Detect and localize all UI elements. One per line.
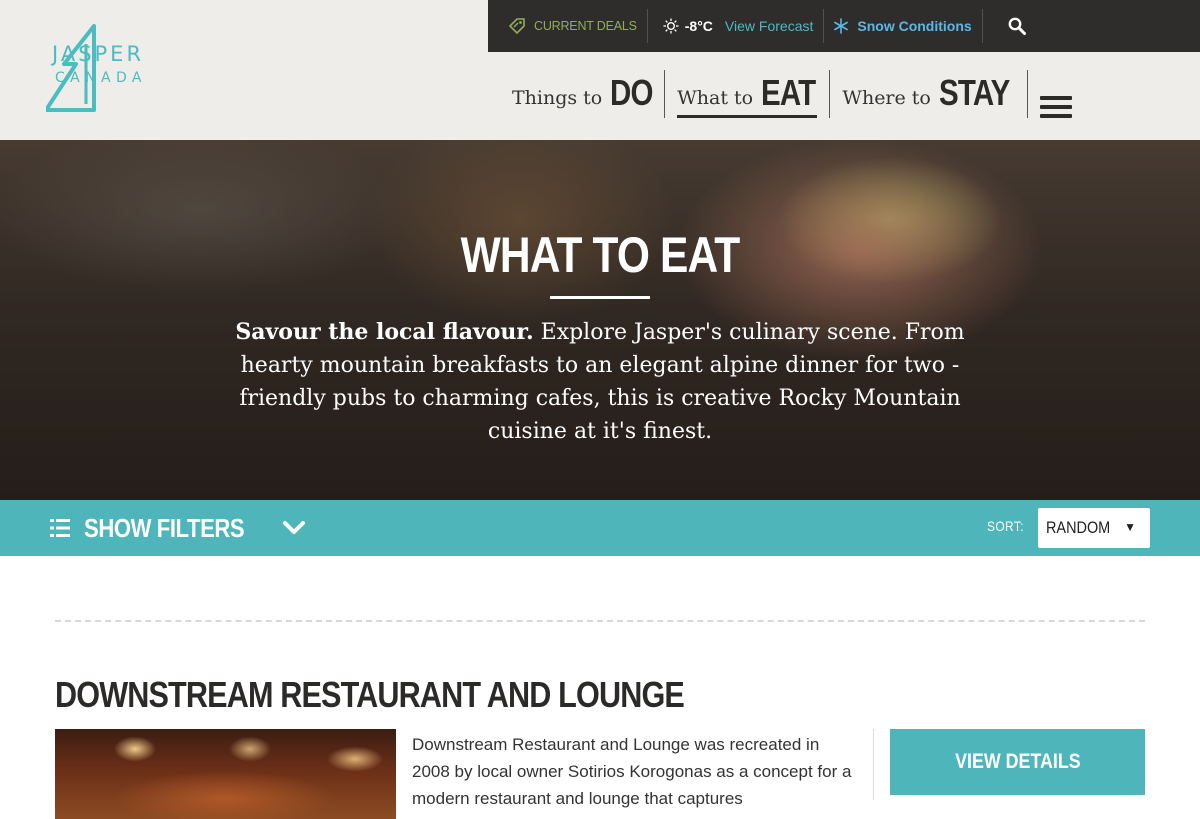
nav-item-keyword: STAY [938,72,1010,113]
view-forecast-link[interactable]: View Forecast [725,18,813,34]
dropdown-arrow-icon: ▼ [1124,520,1136,534]
nav-item-keyword: DO [610,72,653,113]
logo-wordmark-jasper[interactable]: JASPER [52,42,144,66]
nav-what-to-eat[interactable]: What to EAT [665,68,829,118]
hero-intro-lead: Savour the local flavour. [235,319,534,345]
listing-photo[interactable] [55,729,396,819]
list-icon [50,519,70,537]
nav-item-prefix: Where to [842,87,931,109]
sun-icon [663,18,679,34]
temperature-value: -8°C [684,18,713,34]
snow-conditions-label: Snow Conditions [857,18,972,34]
sort-selected-value: RANDOM [1046,518,1111,537]
nav-divider [1026,70,1028,118]
nav-item-keyword: EAT [761,72,816,113]
sort-select[interactable]: RANDOM ▼ [1038,508,1150,548]
view-details-button[interactable]: VIEW DETAILS [890,729,1145,795]
view-details-label: VIEW DETAILS [954,750,1081,773]
tag-icon [508,18,525,35]
current-deals-link[interactable]: CURRENT DEALS [488,9,647,43]
current-deals-label: CURRENT DEALS [534,18,637,34]
search-icon [1008,17,1026,35]
nav-item-prefix: Things to [512,87,603,109]
nav-things-to-do[interactable]: Things to DO [500,68,664,118]
hero-banner: WHAT TO EAT Savour the local flavour. Ex… [0,130,1200,500]
nav-item-prefix: What to [677,87,754,109]
section-divider [55,620,1145,622]
site-header: JASPER CANADA CURRENT DEALS -8°C View Fo… [0,0,1200,140]
hero-intro-text: Savour the local flavour. Explore Jasper… [200,316,1000,448]
listing-title[interactable]: DOWNSTREAM RESTAURANT AND LOUNGE [55,674,685,716]
show-filters-label: SHOW FILTERS [84,512,245,543]
weather-widget: -8°C View Forecast [646,9,824,43]
snowflake-icon [834,18,849,34]
jasper-logo-icon[interactable] [46,24,216,114]
show-filters-button[interactable]: SHOW FILTERS [50,513,305,544]
nav-where-to-stay[interactable]: Where to STAY [830,68,1027,118]
hamburger-menu-icon[interactable] [1039,96,1072,118]
utility-bar: CURRENT DEALS -8°C View Forecast Snow Co… [488,0,1200,52]
filter-bar: SHOW FILTERS SORT: RANDOM ▼ [0,500,1200,556]
title-underline [550,296,650,299]
search-button[interactable] [981,9,1036,43]
sort-label: SORT: [987,518,1024,534]
page-title: WHAT TO EAT [460,227,741,283]
logo-wordmark-canada[interactable]: CANADA [55,70,147,86]
active-nav-underline [677,115,818,118]
snow-conditions-link[interactable]: Snow Conditions [823,9,981,43]
main-navigation: Things to DO What to EAT Where to STAY [500,68,1072,118]
listing-divider [873,729,874,800]
chevron-down-icon [282,521,305,534]
